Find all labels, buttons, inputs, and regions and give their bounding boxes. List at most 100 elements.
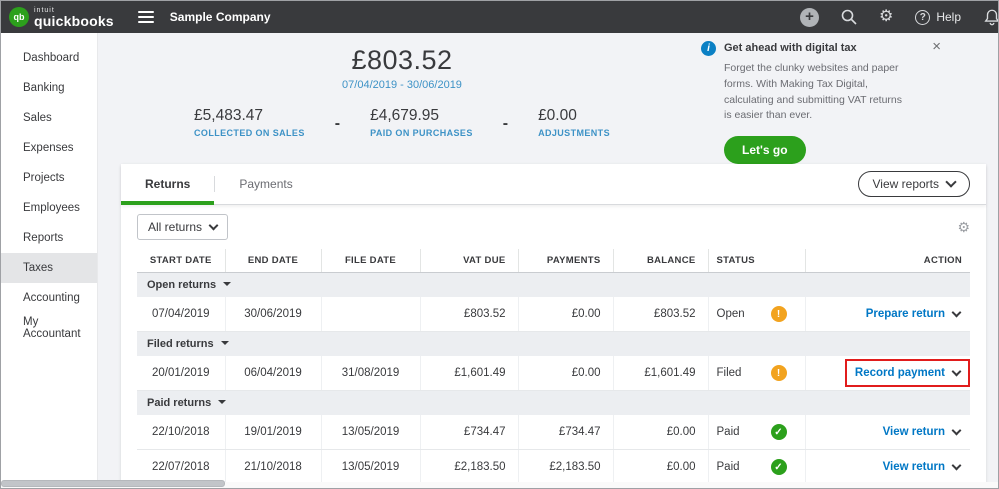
- tabs-row: Returns Payments View reports: [121, 164, 986, 205]
- sidebar-item-sales[interactable]: Sales: [1, 103, 97, 133]
- filter-value: All returns: [148, 220, 202, 234]
- sidebar-item-projects[interactable]: Projects: [1, 163, 97, 193]
- adjustments: £0.00 ADJUSTMENTS: [538, 107, 610, 138]
- collapse-triangle-icon: [218, 400, 226, 404]
- view-reports-label: View reports: [873, 177, 939, 191]
- close-icon[interactable]: ×: [932, 41, 941, 53]
- collapse-triangle-icon: [223, 282, 231, 286]
- info-icon: i: [701, 41, 716, 56]
- sidebar-item-accounting[interactable]: Accounting: [1, 283, 97, 313]
- start-date-cell: 07/04/2019: [137, 297, 225, 332]
- action-link-view-return[interactable]: View return: [883, 426, 945, 438]
- status-text: Open: [717, 308, 745, 320]
- chevron-down-icon[interactable]: [952, 307, 962, 317]
- group-header-filed-returns[interactable]: Filed returns: [137, 332, 970, 357]
- filter-row: All returns ⚙: [121, 205, 986, 249]
- collected-on-sales: £5,483.47 COLLECTED ON SALES: [194, 107, 305, 138]
- brand-quickbooks: quickbooks: [34, 14, 114, 28]
- chevron-down-icon: [209, 220, 219, 230]
- horizontal-scrollbar-thumb[interactable]: [1, 480, 225, 487]
- group-label: Filed returns: [147, 338, 214, 350]
- minus-operator: -: [335, 115, 340, 133]
- tab-payments[interactable]: Payments: [215, 164, 316, 204]
- quickbooks-logo[interactable]: qb intuit quickbooks: [9, 7, 114, 28]
- status-text: Paid: [717, 426, 740, 438]
- group-header-paid-returns[interactable]: Paid returns: [137, 391, 970, 416]
- hamburger-menu-icon[interactable]: [138, 11, 154, 23]
- column-header-start-date: START DATE: [137, 249, 225, 273]
- action-cell: View return: [805, 415, 970, 450]
- action-wrap: View return: [873, 453, 970, 481]
- help-button[interactable]: ? Help: [915, 10, 961, 25]
- vat-due-cell: £803.52: [420, 297, 518, 332]
- sidebar: DashboardBankingSalesExpensesProjectsEmp…: [1, 33, 98, 488]
- sidebar-item-taxes[interactable]: Taxes: [1, 253, 97, 283]
- chevron-down-icon[interactable]: [952, 366, 962, 376]
- table-header-row: START DATEEND DATEFILE DATEVAT DUEPAYMEN…: [137, 249, 970, 273]
- end-date-cell: 06/04/2019: [225, 356, 321, 391]
- column-header-balance: BALANCE: [613, 249, 708, 273]
- help-label: Help: [936, 10, 961, 24]
- notice-body: Forget the clunky websites and paper for…: [724, 61, 911, 124]
- paid-label: PAID ON PURCHASES: [370, 128, 473, 138]
- action-link-view-return[interactable]: View return: [883, 461, 945, 473]
- group-label: Open returns: [147, 279, 216, 291]
- vat-due-cell: £2,183.50: [420, 450, 518, 485]
- balance-cell: £803.52: [613, 297, 708, 332]
- status-cell: Filed!: [708, 356, 805, 391]
- payments-cell: £0.00: [518, 356, 613, 391]
- action-cell: View return: [805, 450, 970, 485]
- create-plus-icon[interactable]: +: [800, 8, 819, 27]
- end-date-cell: 30/06/2019: [225, 297, 321, 332]
- chevron-down-icon[interactable]: [952, 460, 962, 470]
- file-date-cell: 13/05/2019: [321, 450, 420, 485]
- column-header-action: ACTION: [805, 249, 970, 273]
- returns-card: Returns Payments View reports All return…: [121, 164, 986, 484]
- action-link-prepare-return[interactable]: Prepare return: [866, 308, 945, 320]
- status-text: Paid: [717, 461, 740, 473]
- returns-filter-dropdown[interactable]: All returns: [137, 214, 228, 240]
- table-row: 22/07/201821/10/201813/05/2019£2,183.50£…: [137, 450, 970, 485]
- sidebar-item-expenses[interactable]: Expenses: [1, 133, 97, 163]
- column-header-vat-due: VAT DUE: [420, 249, 518, 273]
- sidebar-item-reports[interactable]: Reports: [1, 223, 97, 253]
- column-header-payments: PAYMENTS: [518, 249, 613, 273]
- group-header-open-returns[interactable]: Open returns: [137, 273, 970, 298]
- lets-go-button[interactable]: Let's go: [724, 136, 806, 164]
- search-icon[interactable]: [841, 9, 857, 25]
- action-link-record-payment[interactable]: Record payment: [855, 367, 945, 379]
- annotation-highlight-box: Record payment: [845, 359, 970, 387]
- action-cell: Record payment: [805, 356, 970, 391]
- balance-cell: £0.00: [613, 450, 708, 485]
- adjustments-amount: £0.00: [538, 107, 610, 125]
- sidebar-item-dashboard[interactable]: Dashboard: [1, 43, 97, 73]
- notifications-bell-icon[interactable]: [983, 8, 999, 26]
- quickbooks-taxes-page: qb intuit quickbooks Sample Company + ⚙ …: [0, 0, 999, 489]
- warning-status-icon: !: [771, 365, 787, 381]
- column-header-file-date: FILE DATE: [321, 249, 420, 273]
- view-reports-button[interactable]: View reports: [858, 171, 970, 197]
- sidebar-item-banking[interactable]: Banking: [1, 73, 97, 103]
- status-cell: Paid✓: [708, 415, 805, 450]
- action-wrap: View return: [873, 418, 970, 446]
- status-text: Filed: [717, 367, 742, 379]
- company-name: Sample Company: [170, 10, 271, 24]
- vat-summary: £803.52 07/04/2019 - 30/06/2019 £5,483.4…: [98, 33, 706, 138]
- sidebar-item-my-accountant[interactable]: My Accountant: [1, 313, 97, 343]
- table-settings-gear-icon[interactable]: ⚙: [957, 220, 970, 234]
- sidebar-item-employees[interactable]: Employees: [1, 193, 97, 223]
- topbar-actions: + ⚙ ? Help: [800, 8, 998, 27]
- chevron-down-icon[interactable]: [952, 425, 962, 435]
- end-date-cell: 21/10/2018: [225, 450, 321, 485]
- action-wrap: Prepare return: [856, 300, 970, 328]
- notice-title: Get ahead with digital tax: [724, 41, 916, 54]
- paid-amount: £4,679.95: [370, 107, 473, 125]
- settings-gear-icon[interactable]: ⚙: [879, 9, 893, 25]
- qb-logo-icon: qb: [9, 7, 29, 27]
- returns-table: START DATEEND DATEFILE DATEVAT DUEPAYMEN…: [137, 249, 970, 485]
- collapse-triangle-icon: [221, 341, 229, 345]
- tab-returns[interactable]: Returns: [121, 164, 214, 204]
- group-label: Paid returns: [147, 397, 211, 409]
- balance-cell: £1,601.49: [613, 356, 708, 391]
- top-bar: qb intuit quickbooks Sample Company + ⚙ …: [1, 1, 998, 33]
